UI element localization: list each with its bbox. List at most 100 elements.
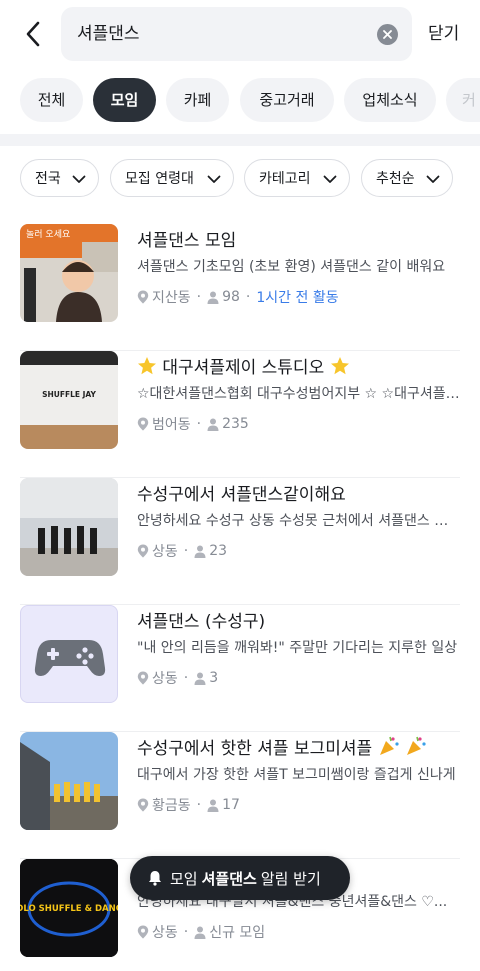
group-meta: 상동 · 23 xyxy=(137,541,227,561)
filter-region[interactable]: 전국 xyxy=(20,159,99,197)
list-item[interactable]: 놀러 오세요 셔플댄스 모임 셔플댄스 기초모임 (초보 환영) 셔플댄스 같이… xyxy=(20,224,460,351)
filter-label: 모집 연령대 xyxy=(125,171,194,187)
party-popper-icon xyxy=(406,736,426,755)
star-emoji-icon xyxy=(138,357,156,375)
banner-prefix: 모임 xyxy=(170,869,198,888)
person-icon xyxy=(194,545,206,558)
group-title: 셔플댄스 (수성구) xyxy=(137,612,266,632)
meta-separator: · xyxy=(196,797,202,813)
group-title-text: 수성구에서 핫한 셔플 보그미셔플 xyxy=(137,739,373,759)
gamepad-icon xyxy=(34,640,106,676)
tab-secondhand[interactable]: 중고거래 xyxy=(240,78,334,122)
group-location: 황금동 xyxy=(152,798,191,814)
search-input[interactable]: 셔플댄스 xyxy=(61,7,412,61)
thumb-logo-text: YOLO SHUFFLE & DANCE xyxy=(20,904,118,914)
group-description: "내 안의 리듬을 깨워봐!" 주말만 기다리는 지루한 일상 xyxy=(137,640,458,656)
tab-meetups[interactable]: 모임 xyxy=(93,78,156,122)
group-location: 지산동 xyxy=(152,290,191,306)
person-icon xyxy=(194,926,206,939)
group-members: 17 xyxy=(222,797,240,813)
group-meta: 황금동 · 17 xyxy=(137,795,240,815)
thumb-sign-text: 놀러 오세요 xyxy=(26,229,70,240)
section-divider xyxy=(0,134,480,146)
group-meta: 상동 · 3 xyxy=(137,668,218,688)
group-thumbnail: SHUFFLE JAY xyxy=(20,351,118,449)
group-location: 상동 xyxy=(152,671,178,687)
clear-search-icon[interactable] xyxy=(377,24,398,45)
bell-icon xyxy=(149,871,161,886)
person-icon xyxy=(207,291,219,304)
group-location: 범어동 xyxy=(152,417,191,433)
group-meta: 범어동 · 235 xyxy=(137,414,249,434)
back-icon[interactable] xyxy=(18,18,48,50)
tab-more[interactable]: 커 xyxy=(446,78,480,122)
list-item[interactable]: 수성구에서 핫한 셔플 보그미셔플 대구에서 가장 핫한 셔플T 보그미쌤이랑 … xyxy=(20,732,460,859)
group-title: 수성구에서 핫한 셔플 보그미셔플 xyxy=(137,734,427,759)
chevron-down-icon xyxy=(72,175,86,183)
star-emoji-icon xyxy=(330,357,349,375)
person-icon xyxy=(207,418,219,431)
list-item[interactable]: SHUFFLE JAY 대구셔플제이 스튜디오 ☆대한셔플댄스협회 대구수성범어… xyxy=(20,351,460,478)
meta-separator: · xyxy=(196,416,202,432)
group-thumbnail xyxy=(20,478,118,576)
filter-age[interactable]: 모집 연령대 xyxy=(110,159,234,197)
location-pin-icon xyxy=(137,798,149,812)
group-location: 상동 xyxy=(152,925,178,941)
tab-cafe[interactable]: 카페 xyxy=(166,78,229,122)
person-icon xyxy=(194,672,206,685)
thumb-sign-text: SHUFFLE JAY xyxy=(42,390,96,399)
group-members: 신규 모임 xyxy=(209,925,266,941)
group-title: 셔플댄스 모임 xyxy=(137,231,237,251)
location-pin-icon xyxy=(137,544,149,558)
filter-category[interactable]: 카테고리 xyxy=(244,159,350,197)
group-thumbnail xyxy=(20,605,118,703)
meta-separator: · xyxy=(183,670,189,686)
party-popper-icon xyxy=(379,736,399,755)
search-query: 셔플댄스 xyxy=(77,24,140,44)
meta-separator: · xyxy=(183,543,189,559)
meta-separator: · xyxy=(196,289,202,305)
tab-business-news[interactable]: 업체소식 xyxy=(344,78,436,122)
list-item[interactable]: 셔플댄스 (수성구) "내 안의 리듬을 깨워봐!" 주말만 기다리는 지루한 … xyxy=(20,605,460,732)
banner-suffix: 알림 받기 xyxy=(260,869,321,888)
location-pin-icon xyxy=(137,290,149,304)
group-thumbnail: 놀러 오세요 xyxy=(20,224,118,322)
group-description: ☆대한셔플댄스협회 대구수성범어지부 ☆ ☆대구셔플제이 xyxy=(137,386,460,402)
group-description: 셔플댄스 기초모임 (초보 환영) 셔플댄스 같이 배워요 xyxy=(137,259,446,275)
chevron-down-icon xyxy=(426,175,440,183)
close-button[interactable]: 닫기 xyxy=(428,0,459,68)
meta-separator: · xyxy=(245,289,251,305)
group-thumbnail: YOLO SHUFFLE & DANCE xyxy=(20,859,118,957)
chevron-down-icon xyxy=(323,175,337,183)
group-title: 수성구에서 셔플댄스같이해요 xyxy=(137,485,346,505)
group-description: 안녕하세요 수성구 상동 수성못 근처에서 셔플댄스 같이 해요 xyxy=(137,513,460,529)
group-title: 대구셔플제이 스튜디오 xyxy=(137,353,350,378)
top-bar: 셔플댄스 닫기 xyxy=(0,0,480,68)
location-pin-icon xyxy=(137,417,149,431)
group-meta: 상동 · 신규 모임 xyxy=(137,922,265,942)
banner-keyword: 셔플댄스 xyxy=(201,869,257,888)
list-item[interactable]: 수성구에서 셔플댄스같이해요 안녕하세요 수성구 상동 수성못 근처에서 셔플댄… xyxy=(20,478,460,605)
group-members: 23 xyxy=(209,543,228,559)
keyword-alert-button[interactable]: 모임 셔플댄스 알림 받기 xyxy=(130,856,350,900)
filter-label: 전국 xyxy=(35,171,61,187)
group-title-text: 대구셔플제이 스튜디오 xyxy=(162,358,325,378)
group-thumbnail xyxy=(20,732,118,830)
group-location: 상동 xyxy=(152,544,178,560)
tab-all[interactable]: 전체 xyxy=(20,78,83,122)
group-activity: 1시간 전 활동 xyxy=(256,290,339,306)
group-description: 대구에서 가장 핫한 셔플T 보그미쌤이랑 즐겁게 신나게 xyxy=(137,767,456,783)
group-members: 3 xyxy=(209,670,219,686)
location-pin-icon xyxy=(137,925,149,939)
filter-label: 추천순 xyxy=(376,171,415,187)
filter-label: 카테고리 xyxy=(259,171,311,187)
group-meta: 지산동 · 98 · 1시간 전 활동 xyxy=(137,287,339,307)
person-icon xyxy=(207,799,219,812)
category-tabs: 전체 모임 카페 중고거래 업체소식 커 xyxy=(0,78,480,122)
group-members: 235 xyxy=(222,416,249,432)
group-members: 98 xyxy=(222,289,240,305)
filter-sort[interactable]: 추천순 xyxy=(361,159,453,197)
location-pin-icon xyxy=(137,671,149,685)
chevron-down-icon xyxy=(207,175,221,183)
meta-separator: · xyxy=(183,924,189,940)
